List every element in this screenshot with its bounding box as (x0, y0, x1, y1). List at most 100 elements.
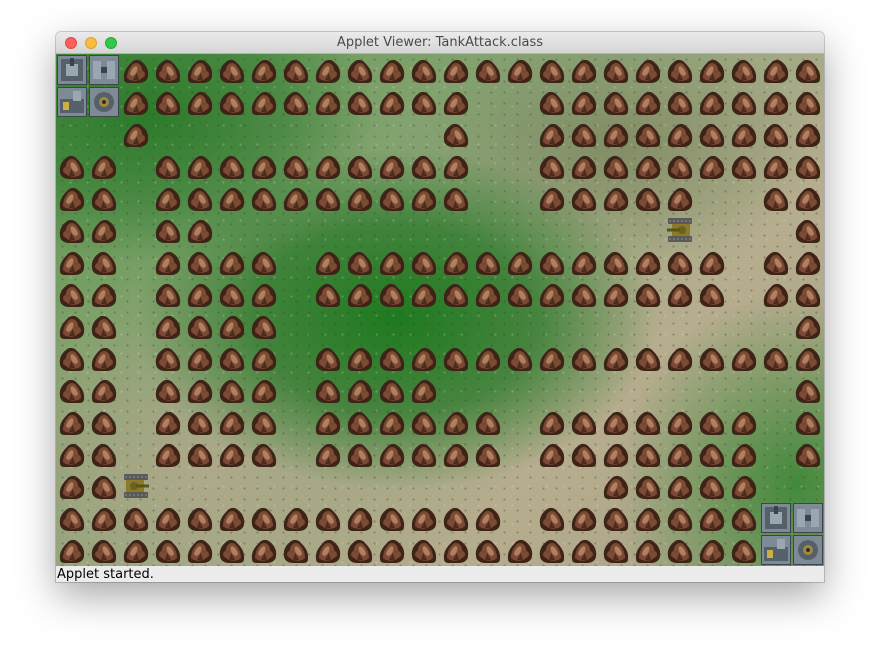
rock-obstacle (665, 279, 695, 309)
rock-obstacle (793, 183, 823, 213)
rock-obstacle (185, 55, 215, 85)
rock-obstacle (665, 471, 695, 501)
rock-obstacle (537, 503, 567, 533)
rock-obstacle (697, 407, 727, 437)
player-tank[interactable] (121, 471, 151, 501)
rock-obstacle (537, 407, 567, 437)
rock-obstacle (57, 215, 87, 245)
rock-obstacle (761, 247, 791, 277)
rock-obstacle (313, 503, 343, 533)
rock-obstacle (697, 87, 727, 117)
rock-obstacle (729, 503, 759, 533)
rock-obstacle (89, 279, 119, 309)
rock-obstacle (793, 119, 823, 149)
rock-obstacle (537, 343, 567, 373)
rock-obstacle (153, 343, 183, 373)
rock-obstacle (313, 375, 343, 405)
rock-obstacle (345, 343, 375, 373)
rock-obstacle (569, 247, 599, 277)
rock-obstacle (185, 215, 215, 245)
rock-obstacle (57, 471, 87, 501)
rock-obstacle (185, 311, 215, 341)
rock-obstacle (249, 343, 279, 373)
rock-obstacle (249, 151, 279, 181)
rock-obstacle (505, 343, 535, 373)
rock-obstacle (89, 311, 119, 341)
rock-obstacle (377, 343, 407, 373)
rock-obstacle (505, 55, 535, 85)
rock-obstacle (665, 343, 695, 373)
rock-obstacle (793, 151, 823, 181)
rock-obstacle (313, 407, 343, 437)
rock-obstacle (409, 247, 439, 277)
rock-obstacle (697, 55, 727, 85)
rock-obstacle (633, 183, 663, 213)
rock-obstacle (633, 119, 663, 149)
rock-obstacle (601, 55, 631, 85)
rock-obstacle (57, 247, 87, 277)
rock-obstacle (537, 87, 567, 117)
rock-obstacle (345, 151, 375, 181)
rock-obstacle (377, 247, 407, 277)
rock-obstacle (665, 151, 695, 181)
rock-obstacle (345, 535, 375, 565)
rock-obstacle (217, 183, 247, 213)
rock-obstacle (441, 87, 471, 117)
rock-obstacle (409, 375, 439, 405)
rock-obstacle (697, 503, 727, 533)
rock-obstacle (729, 151, 759, 181)
rock-obstacle (505, 247, 535, 277)
rock-obstacle (249, 279, 279, 309)
status-bar: Applet started. (56, 566, 824, 582)
rock-obstacle (441, 535, 471, 565)
rock-obstacle (409, 535, 439, 565)
rock-obstacle (153, 55, 183, 85)
rock-obstacle (345, 55, 375, 85)
rock-obstacle (569, 407, 599, 437)
base-tile (57, 55, 87, 85)
rock-obstacle (313, 535, 343, 565)
rock-obstacle (377, 279, 407, 309)
rock-obstacle (185, 87, 215, 117)
rock-obstacle (569, 87, 599, 117)
rock-obstacle (697, 151, 727, 181)
rock-obstacle (537, 55, 567, 85)
rock-obstacle (665, 439, 695, 469)
game-arena[interactable] (56, 54, 824, 566)
rock-obstacle (697, 535, 727, 565)
base-tile (89, 87, 119, 117)
rock-obstacle (729, 119, 759, 149)
rock-obstacle (377, 151, 407, 181)
rock-obstacle (665, 183, 695, 213)
rock-obstacle (89, 407, 119, 437)
rock-obstacle (153, 279, 183, 309)
rock-obstacle (345, 279, 375, 309)
rock-obstacle (633, 343, 663, 373)
rock-obstacle (57, 407, 87, 437)
rock-obstacle (409, 183, 439, 213)
rock-obstacle (217, 375, 247, 405)
base-tile (761, 503, 791, 533)
rock-obstacle (57, 183, 87, 213)
rock-obstacle (249, 311, 279, 341)
rock-obstacle (665, 535, 695, 565)
rock-obstacle (697, 247, 727, 277)
rock-obstacle (473, 407, 503, 437)
rock-obstacle (185, 343, 215, 373)
rock-obstacle (249, 247, 279, 277)
rock-obstacle (537, 247, 567, 277)
enemy-tank[interactable] (665, 215, 695, 245)
rock-obstacle (377, 439, 407, 469)
rock-obstacle (441, 183, 471, 213)
title-bar[interactable]: Applet Viewer: TankAttack.class (56, 32, 824, 54)
rock-obstacle (729, 535, 759, 565)
rock-obstacle (665, 503, 695, 533)
base-tile (793, 535, 823, 565)
rock-obstacle (601, 87, 631, 117)
rock-obstacle (121, 119, 151, 149)
rock-obstacle (249, 439, 279, 469)
rock-obstacle (89, 439, 119, 469)
rock-obstacle (313, 439, 343, 469)
rock-obstacle (217, 279, 247, 309)
status-text: Applet started. (57, 567, 154, 582)
